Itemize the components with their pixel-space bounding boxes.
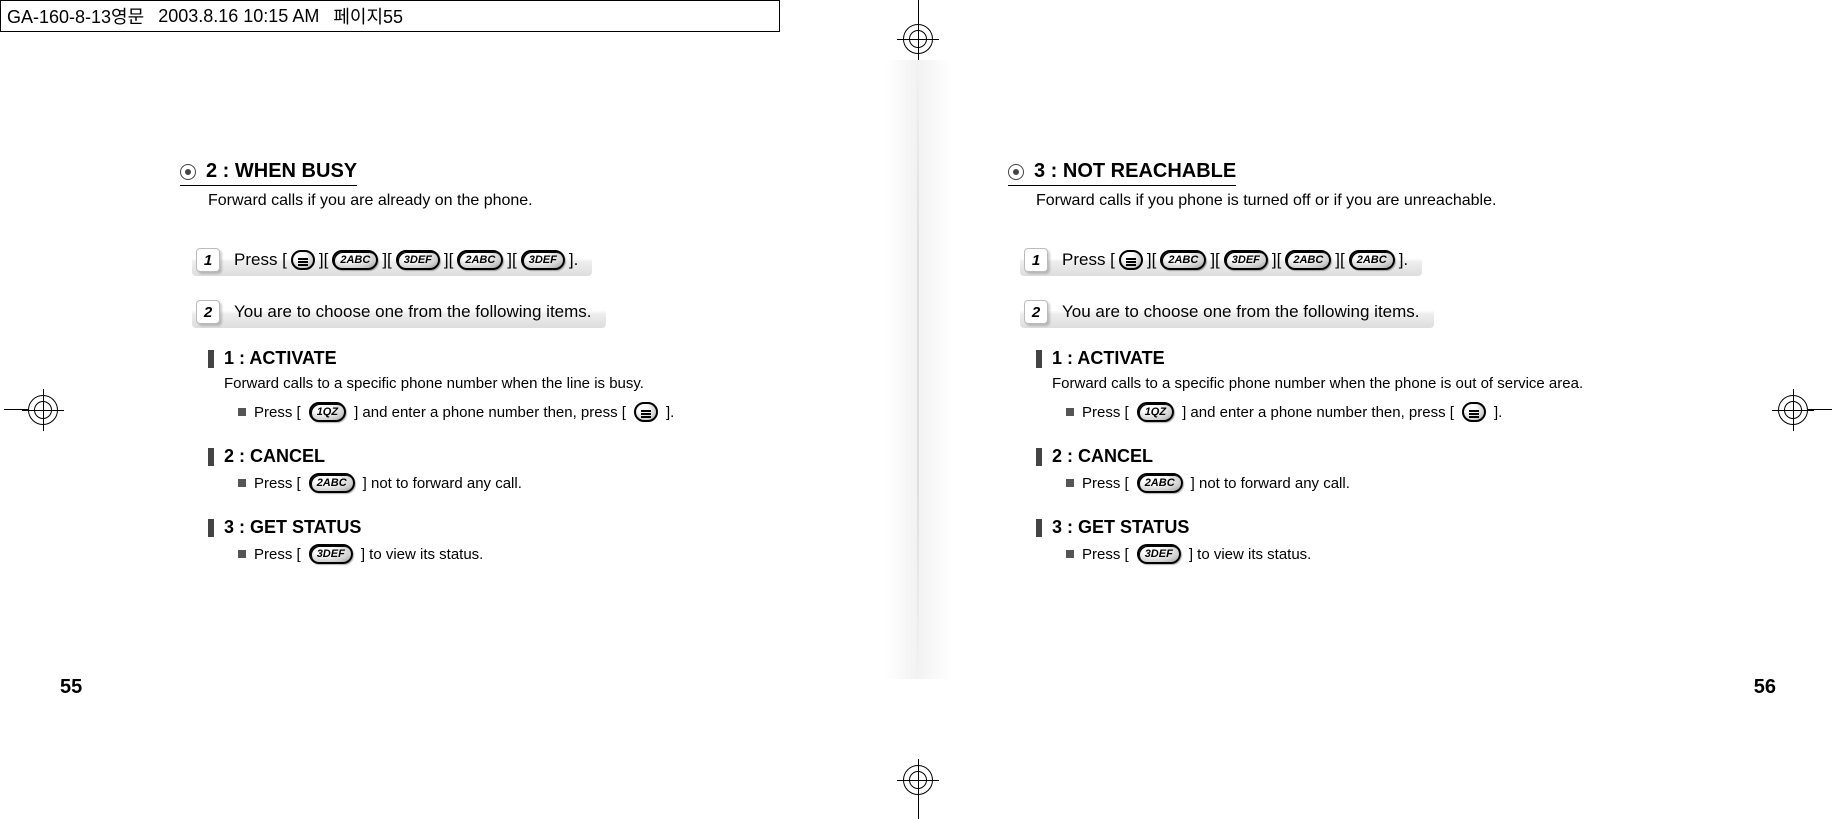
square-bullet-icon [1066,550,1074,558]
section-title: 3 : NOT REACHABLE [1034,160,1236,183]
bar-icon [1036,519,1042,537]
square-bullet-icon [1066,408,1074,416]
step-2-text: You are to choose one from the following… [1062,302,1420,322]
page-left: 2 : WHEN BUSY Forward calls if you are a… [90,60,918,679]
gutter-shadow [917,60,919,679]
page-number-right: 56 [1754,676,1776,699]
key-icon: 3DEF [1224,250,1268,270]
key-icon: 2ABC [1160,250,1206,270]
square-bullet-icon [238,550,246,558]
square-bullet-icon [238,408,246,416]
bullseye-icon [1008,164,1024,180]
key-icon: 3DEF [309,544,353,564]
key-icon: 3DEF [396,250,440,270]
key-icon: 2ABC [457,250,503,270]
key-icon: 2ABC [332,250,378,270]
section-subtitle: Forward calls if you phone is turned off… [1036,192,1676,210]
header-timestamp: 2003.8.16 10:15 AM [158,6,319,27]
bullet-item: Press [ 2ABC ] not to forward any call. [1066,473,1676,493]
bar-icon [208,519,214,537]
option-cancel: 2 : CANCEL Press [ 2ABC ] not to forward… [1036,446,1676,493]
step-number-icon: 2 [1024,300,1048,324]
bar-icon [208,350,214,368]
crop-mark-right [1778,395,1832,425]
step-1: 1 Press [ ][ 2ABC ][ 3DEF ][ 2ABC ][ 2AB… [1020,244,1422,276]
square-bullet-icon [238,479,246,487]
menu-key-icon [1462,402,1486,422]
key-icon: 3DEF [521,250,565,270]
step-2-text: You are to choose one from the following… [234,302,592,322]
step-2: 2 You are to choose one from the followi… [1020,296,1434,328]
header-file: GA-160-8-13영문 [7,3,144,29]
bar-icon [1036,350,1042,368]
page-right: 3 : NOT REACHABLE Forward calls if you p… [918,60,1746,679]
option-cancel: 2 : CANCEL Press [ 2ABC ] not to forward… [208,446,848,493]
bullet-item: Press [ 3DEF ] to view its status. [1066,544,1676,564]
step-number-icon: 1 [196,248,220,272]
bar-icon [208,448,214,466]
bullseye-icon [180,164,196,180]
bullet-item: Press [ 1QZ ] and enter a phone number t… [238,402,848,422]
option-activate: 1 : ACTIVATE Forward calls to a specific… [208,348,848,422]
bullet-item: Press [ 1QZ ] and enter a phone number t… [1066,402,1676,422]
page-number-left: 55 [60,676,82,699]
step-1-text: Press [ ][ 2ABC ][ 3DEF ][ 2ABC ][ 2ABC … [1062,250,1408,270]
section-title-row: 3 : NOT REACHABLE [1008,160,1236,186]
section-title-row: 2 : WHEN BUSY [180,160,357,186]
step-number-icon: 2 [196,300,220,324]
step-1: 1 Press [ ][ 2ABC ][ 3DEF ][ 2ABC ][ 3DE… [192,244,592,276]
option-get-status: 3 : GET STATUS Press [ 3DEF ] to view it… [208,517,848,564]
key-icon: 2ABC [1285,250,1331,270]
crop-mark-bottom [903,765,933,819]
option-get-status: 3 : GET STATUS Press [ 3DEF ] to view it… [1036,517,1676,564]
key-icon: 3DEF [1137,544,1181,564]
key-icon: 1QZ [309,402,346,422]
menu-key-icon [291,250,315,270]
bar-icon [1036,448,1042,466]
menu-key-icon [1119,250,1143,270]
crop-mark-top [903,0,933,54]
bullet-item: Press [ 3DEF ] to view its status. [238,544,848,564]
crop-mark-left [4,395,58,425]
menu-key-icon [634,402,658,422]
step-number-icon: 1 [1024,248,1048,272]
header-extra: 페이지55 [333,3,403,29]
print-header: GA-160-8-13영문 2003.8.16 10:15 AM 페이지55 [0,0,780,32]
section-subtitle: Forward calls if you are already on the … [208,192,848,210]
square-bullet-icon [1066,479,1074,487]
key-icon: 1QZ [1137,402,1174,422]
bullet-item: Press [ 2ABC ] not to forward any call. [238,473,848,493]
key-icon: 2ABC [1137,473,1183,493]
section-title: 2 : WHEN BUSY [206,160,357,183]
step-2: 2 You are to choose one from the followi… [192,296,606,328]
step-1-text: Press [ ][ 2ABC ][ 3DEF ][ 2ABC ][ 3DEF … [234,250,578,270]
option-activate: 1 : ACTIVATE Forward calls to a specific… [1036,348,1676,422]
key-icon: 2ABC [1349,250,1395,270]
key-icon: 2ABC [309,473,355,493]
